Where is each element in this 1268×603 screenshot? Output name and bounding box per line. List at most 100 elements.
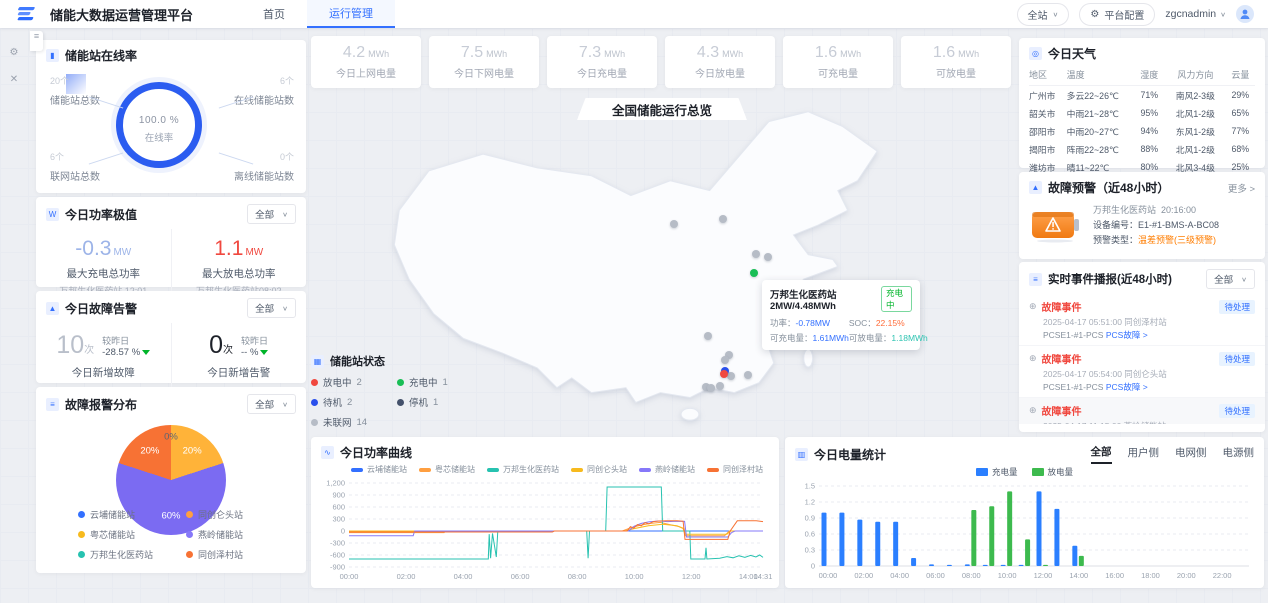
warning-station-time: 万邦生化医药站 20:16:00	[1093, 203, 1219, 218]
station-dot[interactable]	[716, 382, 724, 390]
event-time-station: 2025-04-17 05:51:00 同创泽村站	[1043, 316, 1255, 328]
station-dot[interactable]	[720, 370, 728, 378]
filter-value: 全部	[255, 207, 274, 221]
tab-2[interactable]: 电网侧	[1175, 445, 1207, 463]
tab-0[interactable]: 全部	[1091, 444, 1112, 464]
nav-home[interactable]: 首页	[241, 0, 307, 28]
event-item[interactable]: ⊕故障事件待处理2025-04-17 05:54:00 同创仑头站PCSE1-#…	[1019, 346, 1265, 398]
curve-legend-item[interactable]: 燕岭储能站	[639, 464, 695, 475]
station-dot[interactable]	[670, 220, 678, 228]
chevron-down-icon: ∨	[282, 210, 288, 217]
weather-cell: 北风1-2级	[1165, 104, 1226, 122]
legend-marker	[639, 468, 651, 472]
bar	[1054, 509, 1059, 566]
station-dot[interactable]	[719, 215, 727, 223]
events-filter-select[interactable]: 全部 ∨	[1206, 269, 1255, 289]
events-header: ≡ 实时事件播报(近48小时) 全部 ∨	[1019, 262, 1265, 294]
curve-legend-item[interactable]: 同创仑头站	[571, 464, 627, 475]
x-tick-label: 04:00	[890, 571, 909, 580]
username: zgcnadmin	[1165, 8, 1216, 20]
stat-card[interactable]: 4.3MWh今日放电量	[665, 36, 775, 88]
nav-operation[interactable]: 运行管理	[307, 0, 395, 28]
pie-legend: 云埔储能站粤芯储能站万邦生化医药站同创仑头站燕岭储能站同创泽村站	[78, 508, 294, 561]
bar	[857, 520, 862, 566]
alarm-label: 今日新增告警	[176, 365, 303, 380]
avatar[interactable]	[1236, 5, 1254, 23]
fault-warning-panel: ▲ 故障预警（近48小时） 更多 > 万邦生化医药站 20:	[1019, 172, 1265, 259]
tab-1[interactable]: 用户侧	[1128, 445, 1160, 463]
x-tick-label: 18:00	[1141, 571, 1160, 580]
stat-card[interactable]: 1.6MWh可放电量	[901, 36, 1011, 88]
user-menu[interactable]: zgcnadmin ∨	[1165, 8, 1226, 20]
distribution-filter-select[interactable]: 全部 ∨	[247, 394, 296, 414]
close-tool-button[interactable]: ✕	[7, 72, 21, 86]
power-curve-header: ∿ 今日功率曲线	[311, 437, 779, 462]
stat-card[interactable]: 7.3MWh今日充电量	[547, 36, 657, 88]
event-device-row: PCSE1-#1-PCS PCS故障 >	[1043, 381, 1255, 393]
station-dot[interactable]	[744, 371, 752, 379]
site-selector[interactable]: 全站 ∨	[1017, 3, 1070, 26]
weather-table-header: 地区温度湿度风力方向云量	[1029, 65, 1255, 86]
bar-legend-item[interactable]: 充电量	[976, 466, 1018, 478]
header: 储能大数据运营管理平台 首页 运行管理 全站 ∨ ⚙ 平台配置 zgcnadmi…	[0, 0, 1268, 28]
alarm-filter-select[interactable]: 全部 ∨	[247, 298, 296, 318]
x-tick-label: 14:31	[754, 572, 773, 581]
alarm-compare: 较昨日-- %	[241, 334, 268, 358]
power-filter-select[interactable]: 全部 ∨	[247, 204, 296, 224]
legend-label: 充电量	[992, 466, 1018, 478]
y-tick-label: 0	[341, 527, 345, 536]
pending-badge[interactable]: 待处理	[1219, 404, 1255, 418]
arrow-link[interactable]: >	[1143, 330, 1148, 340]
weather-cell: 韶关市	[1029, 104, 1067, 122]
user-icon	[1239, 8, 1251, 20]
weather-row: 韶关市中雨21~28℃95%北风1-2级65%	[1029, 104, 1255, 122]
stat-card[interactable]: 4.2MWh今日上网电量	[311, 36, 421, 88]
stat-card[interactable]: 7.5MWh今日下网电量	[429, 36, 539, 88]
compare-label: 较昨日	[241, 334, 268, 347]
fault-link[interactable]: PCS故障	[1106, 382, 1140, 392]
weather-row: 揭阳市阵雨22~28℃88%北风1-2级68%	[1029, 140, 1255, 158]
curve-legend-item[interactable]: 粤芯储能站	[419, 464, 475, 475]
power-label: 最大放电总功率	[176, 266, 303, 281]
tab-3[interactable]: 电源侧	[1223, 445, 1255, 463]
settings-tool-button[interactable]: ⚙	[7, 45, 21, 59]
bar	[989, 506, 994, 566]
app-root: 储能大数据运营管理平台 首页 运行管理 全站 ∨ ⚙ 平台配置 zgcnadmi…	[0, 0, 1268, 603]
station-dot[interactable]	[764, 253, 772, 261]
event-item[interactable]: ⊕故障事件待处理2025-04-17 11:15:00 燕岭储能站PCSE1-#…	[1019, 398, 1265, 424]
y-tick-label: 0.3	[805, 546, 815, 555]
curve-legend-item[interactable]: 同创泽村站	[707, 464, 763, 475]
line-series	[349, 487, 763, 559]
station-dot[interactable]	[704, 332, 712, 340]
station-dot[interactable]	[721, 356, 729, 364]
fault-link[interactable]: PCS故障	[1106, 330, 1140, 340]
stat-card[interactable]: 1.6MWh可充电量	[783, 36, 893, 88]
station-dot[interactable]	[750, 269, 758, 277]
status-legend-header: ▦ 储能站状态	[311, 353, 491, 369]
bar	[875, 522, 880, 566]
device-label: 设备编号：	[1093, 220, 1138, 230]
weather-title: 今日天气	[1048, 45, 1096, 62]
bar-legend-item[interactable]: 放电量	[1032, 466, 1074, 478]
curve-legend-item[interactable]: 云埔储能站	[351, 464, 407, 475]
platform-config-button[interactable]: ⚙ 平台配置	[1079, 3, 1155, 26]
bar	[965, 564, 970, 566]
more-link[interactable]: 更多 >	[1228, 181, 1255, 195]
station-dot[interactable]	[752, 250, 760, 258]
gear-icon: ⚙	[10, 47, 19, 58]
arrow-link[interactable]: >	[1143, 382, 1148, 392]
status-label: 停机	[409, 395, 428, 409]
status-count: 14	[357, 417, 368, 428]
event-icon: ⊕	[1029, 301, 1037, 312]
panel-collapse-handle[interactable]: ≡	[30, 31, 43, 51]
pending-badge[interactable]: 待处理	[1219, 300, 1255, 314]
curve-legend-item[interactable]: 万邦生化医药站	[487, 464, 559, 475]
bar	[822, 513, 827, 566]
offline-stations-stat: 0个 离线储能站数	[198, 144, 294, 183]
map-region: 全国储能运行总览 万邦生化医药站 2MW/4.48MWh 充电中 功率：-0.7…	[311, 92, 1013, 432]
warning-icon: ▲	[46, 302, 59, 315]
event-type: 故障事件	[1042, 299, 1082, 314]
pending-badge[interactable]: 待处理	[1219, 352, 1255, 366]
event-item[interactable]: ⊕故障事件待处理2025-04-17 05:51:00 同创泽村站PCSE1-#…	[1019, 294, 1265, 346]
station-dot[interactable]	[707, 384, 715, 392]
